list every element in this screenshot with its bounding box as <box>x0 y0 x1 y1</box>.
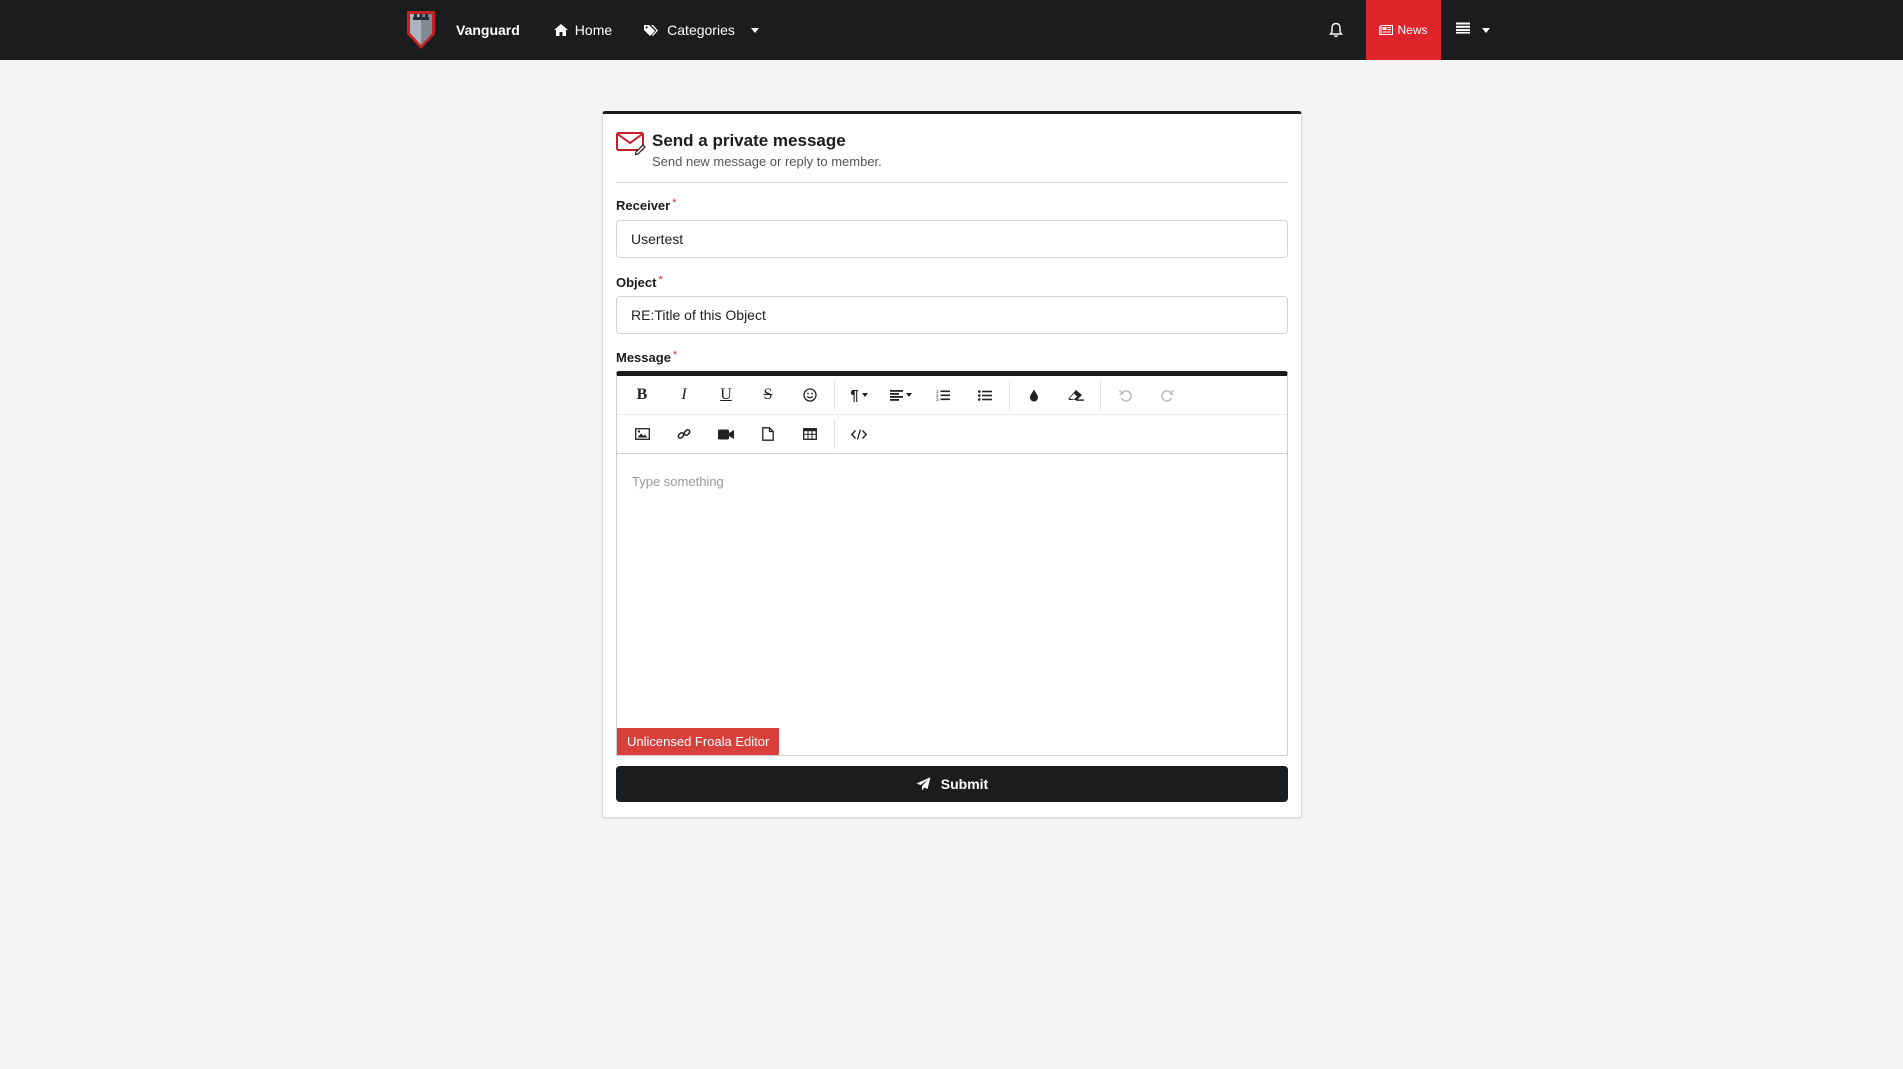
underline-icon[interactable]: U <box>705 379 747 411</box>
ordered-list-icon[interactable]: 123 <box>922 379 964 411</box>
receiver-input[interactable] <box>616 220 1288 258</box>
required-asterisk: * <box>658 274 663 286</box>
submit-label: Submit <box>940 776 989 792</box>
align-icon[interactable] <box>880 379 922 411</box>
message-textarea[interactable]: Type something <box>617 456 1287 711</box>
tags-icon <box>644 24 660 37</box>
message-label: Message * <box>616 349 678 365</box>
svg-text:3: 3 <box>936 397 939 401</box>
insert-video-icon[interactable] <box>705 418 747 450</box>
undo-icon[interactable] <box>1104 379 1146 411</box>
nav-home-label: Home <box>574 22 613 38</box>
editor-toolbar-row: B I U S ¶ 123 <box>617 376 1287 415</box>
editor-placeholder: Type something <box>632 474 724 489</box>
required-asterisk: * <box>672 197 677 209</box>
submit-button[interactable]: Submit <box>616 766 1288 802</box>
brand-name[interactable]: Vanguard <box>456 22 520 38</box>
user-menu-dropdown[interactable] <box>1456 20 1490 40</box>
chevron-down-icon <box>750 27 759 33</box>
nav-categories-dropdown[interactable]: Categories <box>644 22 759 38</box>
news-label: News <box>1397 23 1428 37</box>
insert-link-icon[interactable] <box>663 418 705 450</box>
clear-formatting-icon[interactable] <box>1055 379 1097 411</box>
notifications-bell-icon[interactable] <box>1326 20 1346 40</box>
insert-table-icon[interactable] <box>789 418 831 450</box>
nav-categories-label: Categories <box>667 22 735 38</box>
paragraph-format-icon[interactable]: ¶ <box>838 379 880 411</box>
italic-icon[interactable]: I <box>663 379 705 411</box>
toolbar-separator <box>834 380 835 410</box>
object-label: Object * <box>616 274 663 290</box>
chevron-down-icon <box>1482 27 1490 33</box>
insert-image-icon[interactable] <box>621 418 663 450</box>
home-icon <box>553 24 568 36</box>
newspaper-icon <box>1379 25 1394 35</box>
receiver-label: Receiver * <box>616 197 677 213</box>
envelope-edit-icon <box>616 130 646 156</box>
insert-file-icon[interactable] <box>747 418 789 450</box>
strikethrough-icon[interactable]: S <box>747 379 789 411</box>
paper-plane-icon <box>916 777 931 791</box>
list-menu-icon <box>1456 21 1470 39</box>
rich-text-editor: B I U S ¶ 123 Type something Unlicensed … <box>616 371 1288 756</box>
card-title: Send a private message <box>652 131 846 150</box>
vanguard-shield-logo[interactable] <box>403 8 439 52</box>
required-asterisk: * <box>672 349 678 361</box>
editor-toolbar-row <box>617 415 1287 454</box>
object-label-text: Object <box>616 275 657 290</box>
redo-icon[interactable] <box>1146 379 1188 411</box>
private-message-card: Send a private message Send new message … <box>602 111 1302 818</box>
bold-icon[interactable]: B <box>621 379 663 411</box>
unordered-list-icon[interactable] <box>964 379 1006 411</box>
nav-home-link[interactable]: Home <box>553 22 613 38</box>
message-label-text: Message <box>616 350 671 365</box>
froala-license-badge[interactable]: Unlicensed Froala Editor <box>617 728 780 755</box>
top-navbar: Vanguard Home Categories News <box>0 0 1903 60</box>
emoticon-icon[interactable] <box>789 379 831 411</box>
toolbar-separator <box>1100 380 1101 410</box>
color-icon[interactable] <box>1013 379 1055 411</box>
news-button[interactable]: News <box>1366 0 1441 60</box>
card-subtitle: Send new message or reply to member. <box>652 154 882 169</box>
code-view-icon[interactable] <box>838 418 880 450</box>
toolbar-separator <box>834 419 835 449</box>
object-input[interactable] <box>616 296 1288 334</box>
card-header: Send a private message Send new message … <box>616 126 1288 183</box>
toolbar-separator <box>1009 380 1010 410</box>
receiver-label-text: Receiver <box>616 198 671 213</box>
